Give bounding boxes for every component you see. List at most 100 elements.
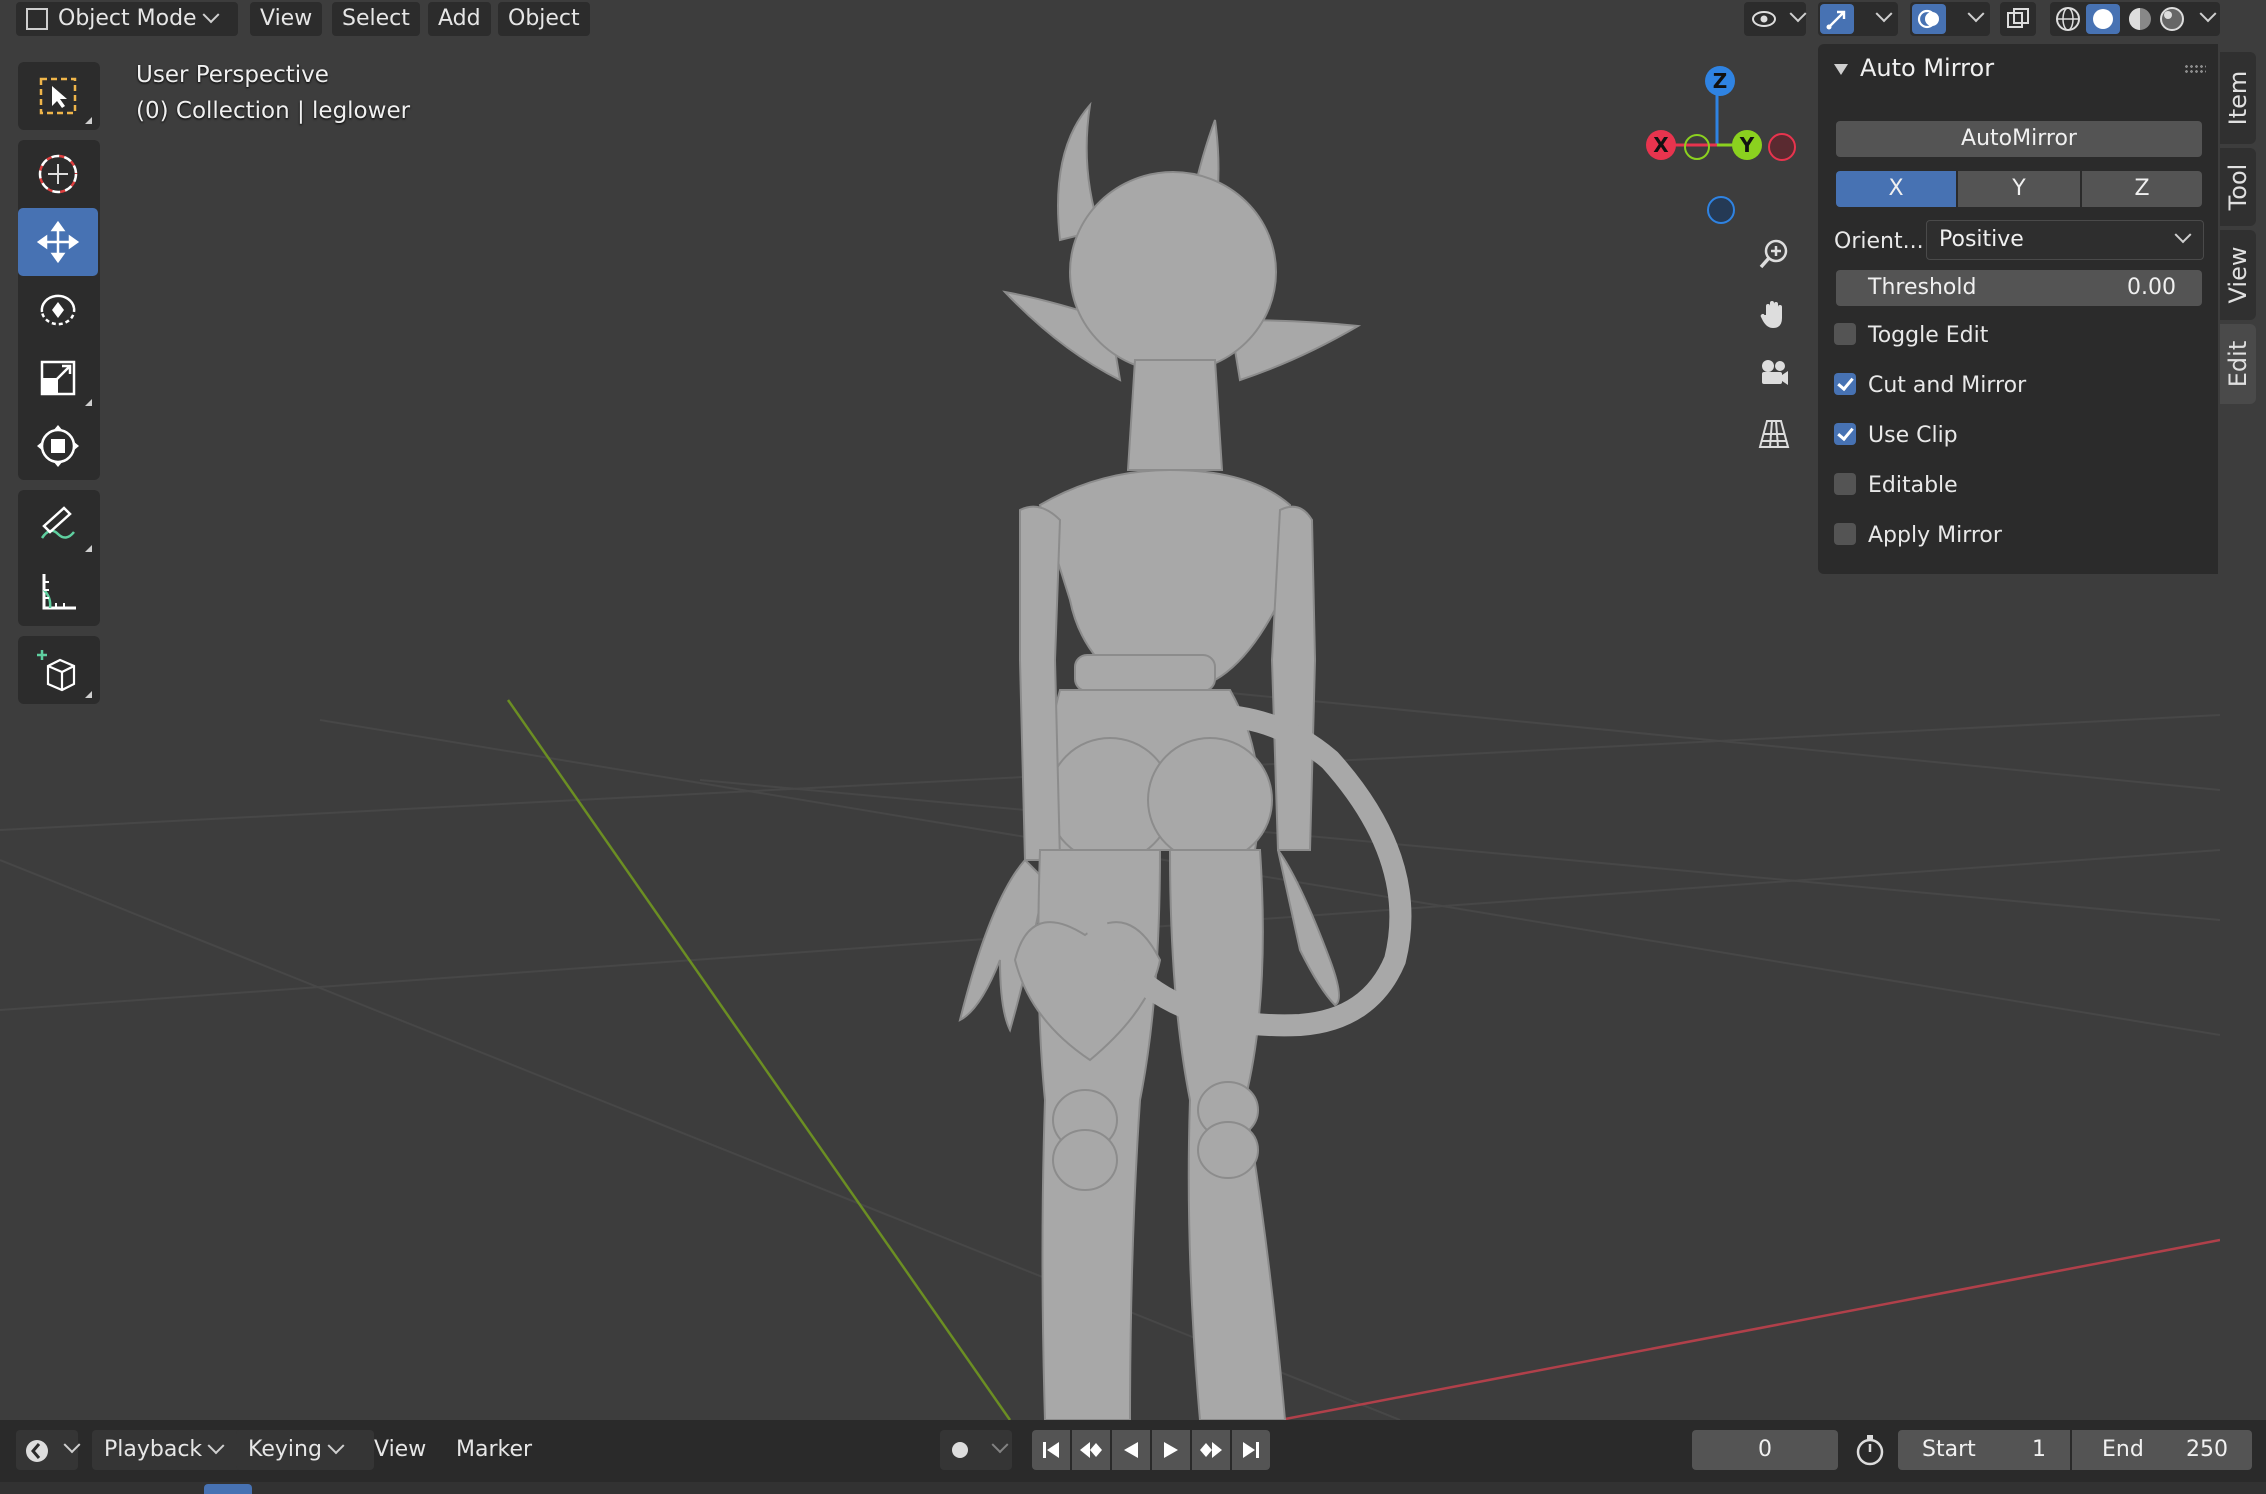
chevron-down-icon [63,1436,81,1454]
overlays-toggle[interactable] [1912,4,1946,34]
pan-button[interactable] [1752,292,1796,336]
automirror-button[interactable]: AutoMirror [1836,121,2202,157]
panel-title: Auto Mirror [1860,54,1995,82]
menu-object[interactable]: Object [498,2,590,36]
axis-x-button[interactable]: X [1836,171,1956,207]
threshold-field[interactable]: Threshold 0.00 [1836,270,2202,306]
gizmo-y-axis[interactable]: Y [1732,130,1762,160]
rendered-shading-icon[interactable] [2158,5,2186,33]
mode-selector[interactable]: Object Mode [16,2,238,36]
timeline-ruler[interactable] [0,1482,2266,1494]
chevron-down-icon [2174,226,2192,244]
solid-shading-button[interactable] [2086,4,2120,34]
gizmo-icon [1826,10,1846,30]
start-frame-field[interactable]: Start 1 [1898,1430,2070,1470]
transform-tool[interactable] [18,412,98,480]
tool-group-annotate [18,490,100,626]
corner-indicator [85,117,92,124]
play-reverse-button[interactable] [1112,1430,1150,1470]
jump-prev-keyframe-button[interactable] [1072,1430,1110,1470]
camera-view-button[interactable] [1752,352,1796,396]
cursor-tool[interactable] [18,140,98,208]
jump-to-start-button[interactable] [1032,1430,1070,1470]
corner-indicator [85,399,92,406]
tab-tool[interactable]: Tool [2220,148,2256,226]
tab-view[interactable]: View [2220,230,2256,320]
editable-label: Editable [1868,473,1958,498]
corner-indicator [85,691,92,698]
start-label: Start [1922,1437,1976,1462]
menu-view[interactable]: View [250,2,323,36]
cut-and-mirror-checkbox[interactable]: Cut and Mirror [1834,371,2026,401]
gizmo-dropdown[interactable] [1818,2,1898,36]
select-box-icon [39,77,77,115]
orient-label: Orient... [1834,229,1924,254]
editor-type-selector[interactable] [16,1430,81,1470]
gizmo-neg-z[interactable] [1707,196,1735,224]
drag-grip-icon[interactable] [2184,64,2206,74]
view-name: User Perspective [136,62,329,88]
tab-item[interactable]: Item [2220,52,2256,144]
axis-z-button[interactable]: Z [2082,171,2202,207]
visibility-dropdown[interactable] [1744,2,1807,36]
tab-view-label: View [2224,246,2252,304]
gizmo-x-axis[interactable]: X [1646,130,1676,160]
move-tool[interactable] [18,208,98,276]
timeline-view-menu[interactable]: View [374,1430,426,1470]
gizmo-toggle[interactable] [1820,4,1854,34]
xray-toggle[interactable] [2000,2,2036,36]
current-frame-field[interactable]: 0 [1692,1430,1838,1470]
playback-menu[interactable]: Playback [92,1430,252,1470]
measure-icon [42,574,76,610]
viewport-header: Object Mode View Select Add Object [0,0,2220,36]
checkbox-box [1834,473,1856,495]
checkbox-box-checked [1834,373,1856,395]
gizmo-neg-y[interactable] [1684,134,1710,160]
tab-edit[interactable]: Edit [2220,324,2256,404]
orient-dropdown[interactable]: Positive [1926,220,2204,260]
zoom-button[interactable] [1752,232,1796,276]
use-clip-checkbox[interactable]: Use Clip [1834,421,1958,451]
gizmo-z-axis[interactable]: Z [1705,66,1735,96]
annotate-tool[interactable] [18,490,98,558]
auto-keying-toggle[interactable] [940,1430,1012,1470]
material-shading-icon[interactable] [2126,5,2154,33]
play-button[interactable] [1152,1430,1190,1470]
toggle-edit-checkbox[interactable]: Toggle Edit [1834,321,1988,351]
chevron-down-icon [2199,5,2217,23]
select-box-tool[interactable] [18,62,98,130]
apply-mirror-checkbox[interactable]: Apply Mirror [1834,521,2002,551]
add-cube-icon [37,650,76,692]
eye-icon [1752,11,1776,27]
menu-select[interactable]: Select [332,2,420,36]
use-clip-label: Use Clip [1868,423,1958,448]
jump-next-keyframe-button[interactable] [1192,1430,1230,1470]
playhead[interactable] [204,1484,252,1494]
prev-keyframe-icon [1080,1442,1102,1458]
stopwatch-icon[interactable] [1852,1432,1888,1468]
menu-add[interactable]: Add [428,2,491,36]
wireframe-shading-icon[interactable] [2054,5,2082,33]
chevron-down-icon [1789,5,1807,23]
collection-info: (0) Collection | leglower [136,98,411,124]
keying-menu[interactable]: Keying [236,1430,374,1470]
jump-to-end-button[interactable] [1232,1430,1270,1470]
keying-label: Keying [248,1437,322,1462]
overlays-dropdown[interactable] [1910,2,1990,36]
panel-header[interactable]: Auto Mirror [1834,54,1994,82]
axis-y-button[interactable]: Y [1958,171,2080,207]
shading-modes [2050,2,2220,36]
tab-edit-label: Edit [2224,340,2252,388]
editable-checkbox[interactable]: Editable [1834,471,1958,501]
add-cube-tool[interactable] [18,636,98,704]
play-reverse-icon [1124,1442,1138,1458]
end-frame-field[interactable]: End 250 [2072,1430,2252,1470]
gizmo-neg-x[interactable] [1768,133,1796,161]
scale-tool[interactable] [18,344,98,412]
object-mode-icon [26,8,48,30]
marker-menu[interactable]: Marker [456,1430,532,1470]
perspective-toggle-button[interactable] [1752,412,1796,456]
rotate-tool[interactable] [18,276,98,344]
measure-tool[interactable] [18,558,98,626]
clock-icon [26,1440,48,1462]
